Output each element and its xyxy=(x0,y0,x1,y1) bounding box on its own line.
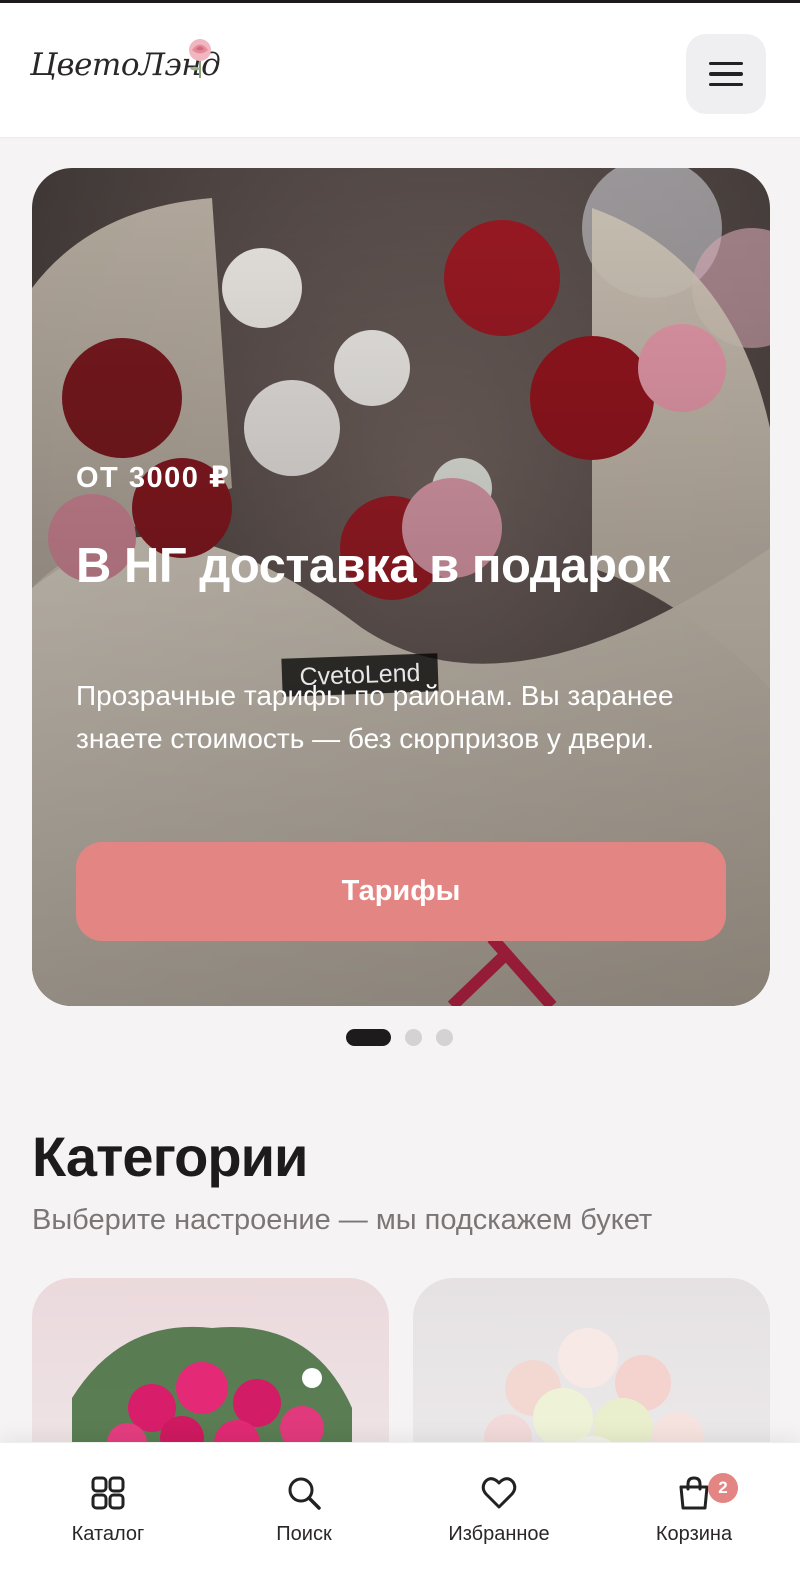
categories-title: Категории xyxy=(32,1125,308,1188)
site-header: ЦветоЛэнд xyxy=(0,3,800,138)
nav-catalog[interactable]: Каталог xyxy=(28,1473,188,1563)
hamburger-menu-icon xyxy=(709,61,743,66)
tariffs-button[interactable]: Тарифы xyxy=(76,842,726,941)
hero-price: ОТ 3000 ₽ xyxy=(76,462,231,494)
hero-banner[interactable]: CvetoLend ОТ 3000 ₽ В НГ доставка в пода… xyxy=(32,168,770,1006)
nav-label: Корзина xyxy=(655,1523,733,1545)
carousel-dot-3[interactable] xyxy=(436,1029,453,1046)
categories-subtitle: Выберите настроение — мы подскажем букет xyxy=(32,1204,653,1236)
search-icon xyxy=(288,1477,321,1510)
cart-count-badge: 2 xyxy=(708,1473,738,1503)
grid-icon xyxy=(91,1476,125,1510)
nav-label: Избранное xyxy=(448,1523,550,1545)
nav-favorites[interactable]: Избранное xyxy=(419,1473,579,1563)
carousel-dot-2[interactable] xyxy=(405,1029,422,1046)
nav-search[interactable]: Поиск xyxy=(224,1473,384,1563)
heart-icon xyxy=(481,1477,517,1509)
nav-cart[interactable]: Корзина 2 xyxy=(614,1473,774,1563)
nav-label: Каталог xyxy=(71,1523,145,1545)
carousel-dot-1[interactable] xyxy=(346,1029,391,1046)
logo[interactable]: ЦветоЛэнд xyxy=(30,35,221,110)
nav-label: Поиск xyxy=(276,1523,332,1545)
hero-title: В НГ доставка в подарок xyxy=(76,539,671,593)
hero-description: Прозрачные тарифы по районам. Вы заранее… xyxy=(76,680,674,754)
carousel-pagination xyxy=(346,1029,453,1046)
bottom-navigation: Каталог Поиск Избранное Корзина 2 xyxy=(0,1442,800,1572)
menu-button[interactable] xyxy=(686,34,766,114)
rose-logo-icon xyxy=(189,39,211,78)
